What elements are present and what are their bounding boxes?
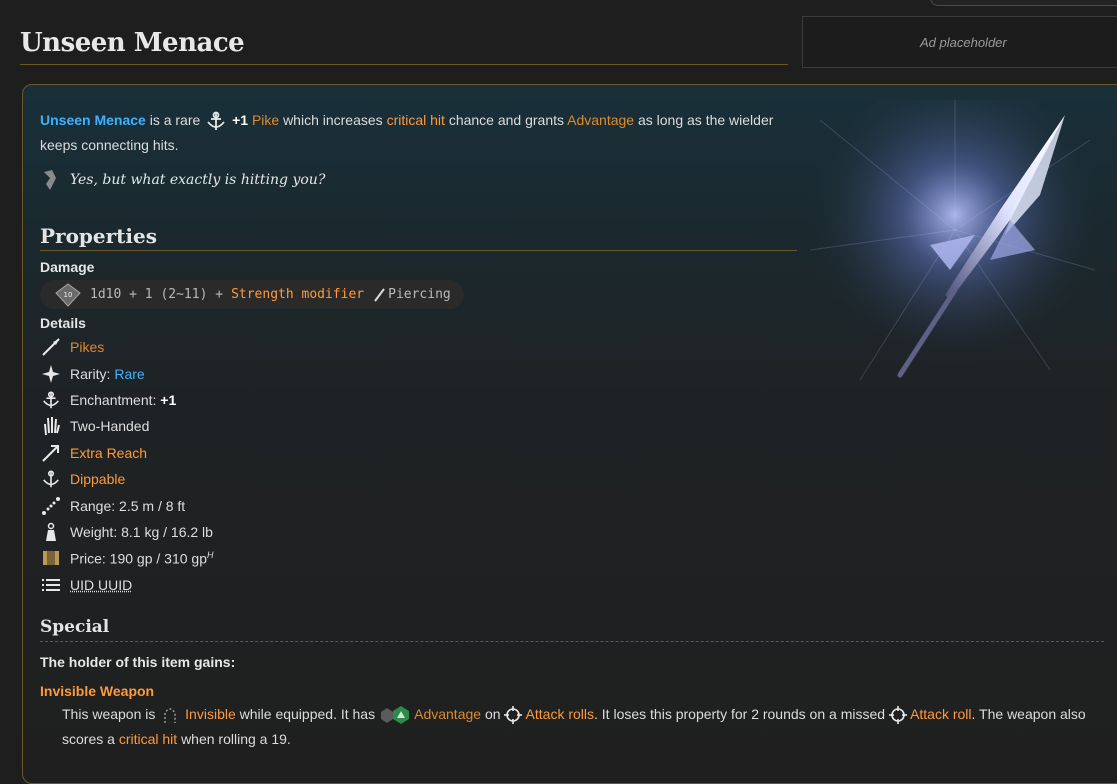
detail-enchantment: Enchantment: +1 [40,387,440,413]
svg-text:10: 10 [64,291,73,299]
detail-rarity: Rarity: Rare [40,360,440,386]
search-bar-edge[interactable] [930,0,1117,6]
desc-text: This weapon is [62,706,156,722]
range-icon [40,495,62,517]
detail-weapon-type: Pikes [40,334,440,360]
damage-pill: 10 1d10 + 1 (2~11) + Strength modifier P… [40,280,464,309]
enchantment-icon [40,389,62,411]
range-text: Range: 2.5 m / 8 ft [70,497,186,514]
reach-icon [40,442,62,464]
desc-text: while equipped. It has [239,706,376,722]
details-list: Pikes Rarity: Rare Enchantment: +1 Two-H… [40,334,440,598]
price-footnote[interactable]: H [207,550,214,560]
list-icon [40,574,62,596]
ability-description: This weapon is Invisible while equipped.… [62,702,1107,752]
intro-text: is a rare [149,112,201,128]
damage-label: Damage [40,259,95,275]
damage-dice: 1d10 + 1 (2~11) + [90,287,224,302]
pike-icon [40,336,62,358]
crosshair-icon [504,706,523,725]
enchantment-prefix: Enchantment: [70,391,161,408]
invisible-icon [164,708,177,724]
two-handed-text: Two-Handed [70,418,150,435]
d10-dice-icon: 10 [55,282,81,307]
desc-text: . It loses this property for 2 rounds on… [594,706,886,722]
piercing-icon [374,287,385,302]
price-value: Price: 190 gp / 310 gp [70,550,207,567]
desc-text: when rolling a 19. [181,731,291,747]
rarity-link[interactable]: Rare [114,366,144,382]
dippable-link[interactable]: Dippable [70,471,125,487]
properties-heading: Properties [40,224,797,251]
ad-placeholder-text: Ad placeholder [920,34,1007,50]
attack-roll-link[interactable]: Attack roll [910,706,971,722]
hand-icon [40,415,62,437]
weight-text: Weight: 8.1 kg / 16.2 lb [70,523,213,540]
item-name-link[interactable]: Unseen Menace [40,112,146,128]
holder-gains-label: The holder of this item gains: [40,654,236,670]
detail-uid: UID UUID [40,572,440,598]
item-intro: Unseen Menace is a rare +1 Pike which in… [40,108,790,158]
detail-range: Range: 2.5 m / 8 ft [40,492,440,518]
intro-text: chance and grants [448,112,565,128]
invisible-link[interactable]: Invisible [185,706,236,722]
advantage-link[interactable]: Advantage [567,112,634,128]
weapon-image [805,100,1100,381]
pikes-link[interactable]: Pikes [70,339,104,355]
critical-hit-link[interactable]: critical hit [387,112,445,128]
critical-hit-link[interactable]: critical hit [119,731,177,747]
flavor-quote: Yes, but what exactly is hitting you? [40,168,780,192]
price-text: Price: 190 gp / 310 gpH [70,550,214,567]
intro-text: which increases [283,112,383,128]
damage-type: Piercing [388,287,451,302]
enchant-value: +1 [232,112,249,128]
quote-icon [44,170,56,190]
advantage-dice-icon [380,706,409,725]
advantage-link[interactable]: Advantage [414,706,481,722]
sparkle-icon [40,363,62,385]
extra-reach-link[interactable]: Extra Reach [70,445,147,461]
rarity-prefix: Rarity: [70,365,115,382]
detail-weight: Weight: 8.1 kg / 16.2 lb [40,519,440,545]
crosshair-icon [888,706,907,725]
special-heading: Special [40,617,1104,642]
enchantment-icon [207,111,225,131]
detail-two-handed: Two-Handed [40,413,440,439]
detail-extra-reach: Extra Reach [40,440,440,466]
uid-toggle[interactable]: UID UUID [70,577,132,593]
detail-dippable: Dippable [40,466,440,492]
details-label: Details [40,315,86,331]
weight-icon [40,521,62,543]
enchantment-value: +1 [160,391,177,408]
desc-text: on [484,706,501,722]
page-title: Unseen Menace [20,28,788,65]
ability-name: Invisible Weapon [40,683,155,699]
quote-text: Yes, but what exactly is hitting you? [70,172,326,188]
price-icon [40,547,62,569]
attack-rolls-link[interactable]: Attack rolls [526,706,594,722]
strength-modifier-link[interactable]: Strength modifier [231,287,364,302]
detail-price: Price: 190 gp / 310 gpH [40,545,440,571]
ad-placeholder: Ad placeholder [802,16,1117,68]
dippable-icon [40,468,62,490]
pike-link[interactable]: Pike [252,112,279,128]
